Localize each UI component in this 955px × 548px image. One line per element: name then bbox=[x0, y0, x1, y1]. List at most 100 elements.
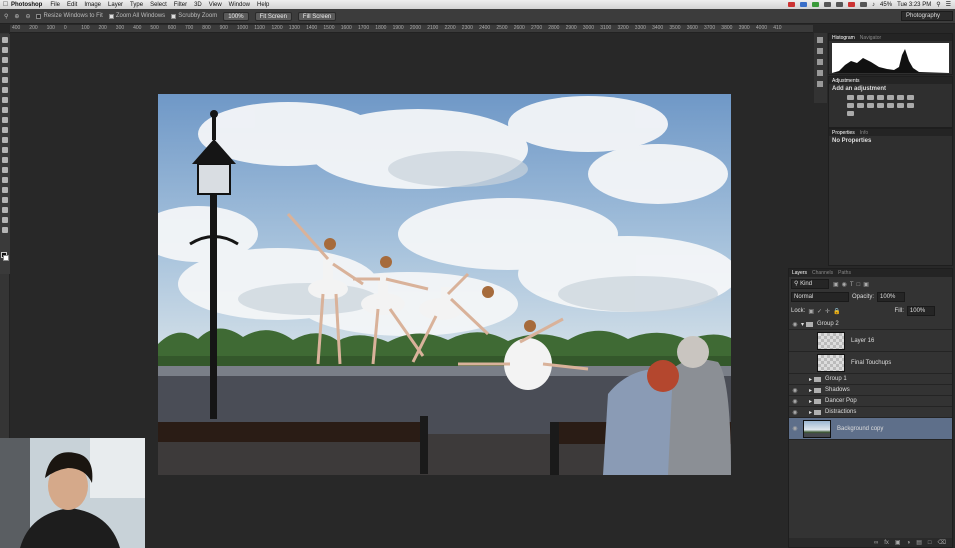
volume-icon[interactable]: ♪ bbox=[872, 2, 875, 8]
layer-row[interactable]: ◉ ▾ Group 2 bbox=[789, 319, 952, 330]
actions-icon[interactable] bbox=[817, 48, 823, 54]
adjustment-icon[interactable]: ◑ bbox=[907, 540, 911, 546]
new-layer-icon[interactable]: □ bbox=[928, 540, 932, 546]
spotlight-icon[interactable]: ⚲ bbox=[936, 1, 940, 8]
zoom-tool-icon[interactable]: ⚲ bbox=[4, 13, 8, 20]
lock-icons[interactable]: ▣✓✛🔒 bbox=[808, 308, 843, 315]
posterize-icon[interactable] bbox=[897, 103, 904, 108]
menu-help[interactable]: Help bbox=[257, 2, 269, 8]
zoom-100-button[interactable]: 100% bbox=[223, 11, 249, 21]
threshold-icon[interactable] bbox=[907, 103, 914, 108]
character-icon[interactable] bbox=[817, 70, 823, 76]
mask-icon[interactable]: ▣ bbox=[895, 539, 901, 546]
levels-icon[interactable] bbox=[857, 95, 864, 100]
folder-icon[interactable]: ▤ bbox=[916, 539, 922, 546]
path-select-tool-icon[interactable] bbox=[2, 197, 8, 203]
exposure-icon[interactable] bbox=[877, 95, 884, 100]
tab-adjustments[interactable]: Adjustments bbox=[832, 78, 860, 84]
tray-app-icon[interactable] bbox=[800, 2, 808, 7]
link-icon[interactable]: ∞ bbox=[874, 540, 878, 546]
workspace-select[interactable]: Photography bbox=[901, 11, 953, 21]
fill-field[interactable]: 100% bbox=[906, 306, 935, 316]
channel-mixer-icon[interactable] bbox=[867, 103, 874, 108]
brush-tool-icon[interactable] bbox=[2, 107, 8, 113]
tab-navigator[interactable]: Navigator bbox=[860, 35, 881, 41]
layer-row-selected[interactable]: ◉ Background copy bbox=[789, 418, 952, 440]
menu-window[interactable]: Window bbox=[229, 2, 250, 8]
vibrance-icon[interactable] bbox=[887, 95, 894, 100]
history-brush-tool-icon[interactable] bbox=[2, 127, 8, 133]
blur-tool-icon[interactable] bbox=[2, 157, 8, 163]
layer-row[interactable]: ◉ ▸ Shadows bbox=[789, 385, 952, 396]
tab-layers[interactable]: Layers bbox=[792, 270, 807, 276]
fit-screen-button[interactable]: Fit Screen bbox=[254, 11, 292, 21]
paragraph-icon[interactable] bbox=[817, 81, 823, 87]
menu-3d[interactable]: 3D bbox=[194, 2, 202, 8]
tab-properties[interactable]: Properties bbox=[832, 130, 855, 136]
dodge-tool-icon[interactable] bbox=[2, 167, 8, 173]
fx-icon[interactable]: fx bbox=[884, 540, 889, 546]
move-tool-icon[interactable] bbox=[2, 37, 8, 43]
disclosure-closed-icon[interactable]: ▸ bbox=[809, 409, 812, 416]
menu-image[interactable]: Image bbox=[84, 2, 101, 8]
zoom-all-windows-checkbox[interactable]: Zoom All Windows bbox=[108, 13, 165, 19]
tab-paths[interactable]: Paths bbox=[838, 270, 851, 276]
brightness-contrast-icon[interactable] bbox=[847, 95, 854, 100]
battery-percent[interactable]: 45% bbox=[880, 2, 892, 8]
tray-app-icon[interactable] bbox=[836, 2, 844, 7]
visibility-eye-icon[interactable]: ◉ bbox=[789, 409, 801, 416]
resize-windows-checkbox[interactable]: Resize Windows to Fit bbox=[36, 13, 103, 19]
menu-layer[interactable]: Layer bbox=[108, 2, 123, 8]
photo-filter-icon[interactable] bbox=[857, 103, 864, 108]
menu-file[interactable]: File bbox=[50, 2, 60, 8]
zoom-tool-icon[interactable] bbox=[2, 227, 8, 233]
healing-tool-icon[interactable] bbox=[2, 97, 8, 103]
history-icon[interactable] bbox=[817, 37, 823, 43]
tab-channels[interactable]: Channels bbox=[812, 270, 833, 276]
pen-tool-icon[interactable] bbox=[2, 177, 8, 183]
layer-row[interactable]: Final Touchups bbox=[789, 352, 952, 374]
shape-tool-icon[interactable] bbox=[2, 207, 8, 213]
tab-histogram[interactable]: Histogram bbox=[832, 35, 855, 41]
menu-edit[interactable]: Edit bbox=[67, 2, 77, 8]
wifi-icon[interactable] bbox=[860, 2, 868, 7]
layer-row[interactable]: ▸ Group 1 bbox=[789, 374, 952, 385]
apple-menu-icon[interactable]:  bbox=[0, 1, 11, 8]
gradient-map-icon[interactable] bbox=[847, 111, 854, 116]
tray-app-icon[interactable] bbox=[848, 2, 856, 7]
filter-type-icons[interactable]: ▣◉T□▣ bbox=[833, 281, 872, 288]
invert-icon[interactable] bbox=[887, 103, 894, 108]
hue-saturation-icon[interactable] bbox=[897, 95, 904, 100]
app-menu[interactable]: Photoshop bbox=[11, 2, 42, 8]
quick-select-tool-icon[interactable] bbox=[2, 67, 8, 73]
fill-screen-button[interactable]: Fill Screen bbox=[297, 11, 337, 21]
marquee-tool-icon[interactable] bbox=[2, 47, 8, 53]
black-white-icon[interactable] bbox=[847, 103, 854, 108]
zoom-in-icon[interactable]: ⊕ bbox=[14, 13, 19, 20]
gradient-tool-icon[interactable] bbox=[2, 147, 8, 153]
trash-icon[interactable]: ⌫ bbox=[938, 539, 946, 546]
blend-mode-select[interactable]: Normal bbox=[791, 292, 849, 302]
lasso-tool-icon[interactable] bbox=[2, 57, 8, 63]
menu-filter[interactable]: Filter bbox=[174, 2, 187, 8]
visibility-eye-icon[interactable]: ◉ bbox=[789, 425, 801, 432]
notification-center-icon[interactable]: ☰ bbox=[946, 1, 951, 8]
eraser-tool-icon[interactable] bbox=[2, 137, 8, 143]
layer-row[interactable]: ◉ ▸ Dancer Pop bbox=[789, 396, 952, 407]
hand-tool-icon[interactable] bbox=[2, 217, 8, 223]
layer-row[interactable]: Layer 16 bbox=[789, 330, 952, 352]
tab-info[interactable]: Info bbox=[860, 130, 868, 136]
tray-app-icon[interactable] bbox=[788, 2, 796, 7]
brush-icon[interactable] bbox=[817, 59, 823, 65]
crop-tool-icon[interactable] bbox=[2, 77, 8, 83]
layer-row[interactable]: ◉ ▸ Distractions bbox=[789, 407, 952, 418]
visibility-eye-icon[interactable]: ◉ bbox=[789, 387, 801, 394]
zoom-out-icon[interactable]: ⊖ bbox=[25, 13, 30, 20]
tray-app-icon[interactable] bbox=[812, 2, 820, 7]
disclosure-closed-icon[interactable]: ▸ bbox=[809, 376, 812, 383]
document-image[interactable] bbox=[158, 94, 731, 475]
type-tool-icon[interactable] bbox=[2, 187, 8, 193]
visibility-eye-icon[interactable]: ◉ bbox=[789, 321, 801, 328]
color-balance-icon[interactable] bbox=[907, 95, 914, 100]
background-color-swatch[interactable] bbox=[3, 255, 9, 261]
